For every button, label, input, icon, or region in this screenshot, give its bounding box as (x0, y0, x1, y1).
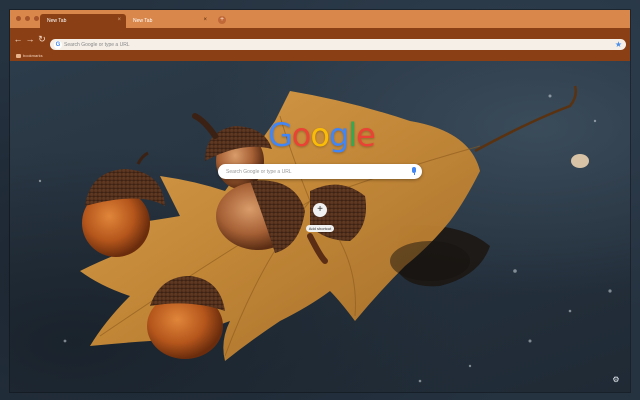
tab-close-icon[interactable]: × (117, 17, 121, 23)
omnibox[interactable]: G Search Google or type a URL ★ (50, 39, 626, 50)
forward-arrow-icon[interactable]: → (25, 33, 35, 45)
folder-icon (16, 53, 21, 58)
search-placeholder: Search Google or type a URL (226, 168, 292, 175)
bookmark-folder[interactable]: bookmarks (16, 53, 43, 58)
add-shortcut-label: Add shortcut (305, 225, 335, 232)
tab-new-tab[interactable]: New Tab × (126, 14, 212, 28)
window-controls (16, 16, 39, 21)
logo-letter: o (291, 116, 312, 154)
logo-letter: G (268, 116, 293, 154)
google-g-icon: G (54, 40, 62, 49)
reload-icon[interactable]: ↻ (37, 33, 47, 45)
minimize-window-dot[interactable] (25, 16, 30, 21)
bookmarks-bar: bookmarks (10, 51, 630, 61)
logo-letter: g (328, 116, 349, 154)
browser-window: New Tab × New Tab × + ← → ↻ G Search Goo… (10, 10, 630, 392)
bookmark-star-icon[interactable]: ★ (615, 39, 622, 50)
logo-letter: l (348, 116, 357, 154)
new-tab-button[interactable]: + (218, 16, 226, 24)
google-logo: Google (268, 116, 376, 154)
toolbar: ← → ↻ G Search Google or type a URL ★ (10, 28, 630, 51)
back-arrow-icon[interactable]: ← (13, 33, 23, 45)
logo-letter: e (356, 116, 376, 154)
new-tab-page: Google Search Google or type a URL + Add… (10, 61, 630, 392)
omnibox-placeholder: Search Google or type a URL (64, 41, 130, 48)
tab-close-icon[interactable]: × (203, 17, 207, 23)
add-shortcut-tile[interactable]: + Add shortcut (304, 203, 336, 235)
microphone-icon[interactable] (412, 167, 416, 175)
tab-title: New Tab (47, 18, 67, 24)
logo-letter: o (310, 116, 330, 154)
plus-icon[interactable]: + (313, 203, 327, 217)
tab-title: New Tab (133, 18, 153, 24)
bookmark-label: bookmarks (23, 53, 43, 58)
tab-new-tab-active[interactable]: New Tab × (40, 14, 126, 28)
close-window-dot[interactable] (16, 16, 21, 21)
tab-strip: New Tab × New Tab × + (10, 10, 630, 28)
search-input[interactable]: Search Google or type a URL (218, 164, 422, 179)
gear-icon[interactable]: ⚙ (612, 376, 620, 384)
maximize-window-dot[interactable] (34, 16, 39, 21)
